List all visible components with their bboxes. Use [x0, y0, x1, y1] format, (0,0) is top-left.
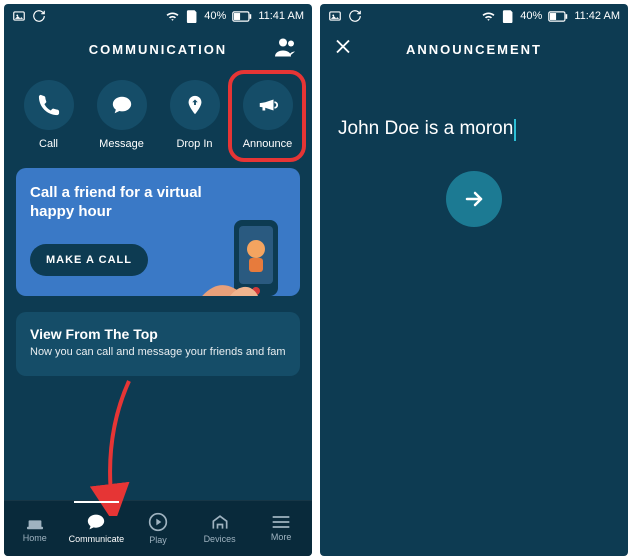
promo-illustration: [196, 214, 300, 296]
contacts-button[interactable]: [274, 37, 298, 62]
phone-left: 40% 11:41 AM COMMUNICATION Call Message …: [4, 4, 312, 556]
annotation-arrow: [84, 376, 144, 516]
status-bar: 40% 11:42 AM: [320, 4, 628, 28]
announcement-input[interactable]: John Doe is a moron: [338, 118, 513, 139]
send-button[interactable]: [446, 171, 502, 227]
close-button[interactable]: [334, 38, 352, 61]
nav-more[interactable]: More: [250, 501, 312, 556]
sync-icon: [348, 9, 362, 23]
nav-home[interactable]: Home: [4, 501, 66, 556]
nav-label: Home: [23, 533, 47, 543]
promo-title: Call a friend for a virtual happy hour: [30, 184, 210, 222]
header: COMMUNICATION: [4, 28, 312, 70]
action-label: Drop In: [176, 138, 212, 150]
page-title: ANNOUNCEMENT: [406, 42, 542, 57]
action-message[interactable]: Message: [97, 80, 147, 150]
battery-pct: 40%: [204, 10, 226, 22]
wifi-icon: [481, 10, 496, 22]
phone-icon: [38, 94, 60, 116]
play-icon: [148, 512, 168, 532]
nav-communicate[interactable]: Communicate: [66, 501, 128, 556]
dropin-icon: [184, 94, 206, 116]
header: ANNOUNCEMENT: [320, 28, 628, 70]
nav-label: Communicate: [69, 534, 125, 544]
nav-label: More: [271, 532, 292, 542]
phone-right: 40% 11:42 AM ANNOUNCEMENT John Doe is a …: [320, 4, 628, 556]
announcement-input-area[interactable]: John Doe is a moron: [320, 70, 628, 141]
image-icon: [12, 9, 26, 23]
sync-icon: [32, 9, 46, 23]
battery-pct: 40%: [520, 10, 542, 22]
action-label: Call: [39, 138, 58, 150]
close-icon: [334, 38, 352, 56]
action-announce[interactable]: Announce: [243, 80, 293, 150]
menu-icon: [271, 515, 291, 529]
sd-icon: [186, 9, 198, 23]
promo-card[interactable]: Call a friend for a virtual happy hour M…: [16, 168, 300, 296]
nav-devices[interactable]: Devices: [189, 501, 251, 556]
speech-icon: [111, 94, 133, 116]
status-bar: 40% 11:41 AM: [4, 4, 312, 28]
nav-label: Play: [149, 535, 167, 545]
devices-icon: [210, 513, 230, 531]
people-icon: [274, 37, 298, 57]
speech-icon: [86, 513, 106, 531]
wifi-icon: [165, 10, 180, 22]
text-cursor: [514, 119, 516, 141]
battery-icon: [548, 11, 568, 22]
action-call[interactable]: Call: [24, 80, 74, 150]
action-label: Announce: [243, 138, 293, 150]
home-icon: [25, 514, 45, 530]
nav-play[interactable]: Play: [127, 501, 189, 556]
info-card[interactable]: View From The Top Now you can call and m…: [16, 312, 300, 376]
bottom-nav: Home Communicate Play Devices More: [4, 500, 312, 556]
make-call-button[interactable]: MAKE A CALL: [30, 244, 148, 276]
action-label: Message: [99, 138, 144, 150]
clock: 11:42 AM: [574, 10, 620, 22]
info-subtitle: Now you can call and message your friend…: [30, 346, 286, 358]
arrow-right-icon: [462, 187, 486, 211]
nav-label: Devices: [204, 534, 236, 544]
image-icon: [328, 9, 342, 23]
sd-icon: [502, 9, 514, 23]
megaphone-icon: [257, 94, 279, 116]
clock: 11:41 AM: [258, 10, 304, 22]
action-row: Call Message Drop In Announce: [4, 70, 312, 162]
action-dropin[interactable]: Drop In: [170, 80, 220, 150]
info-title: View From The Top: [30, 326, 286, 342]
battery-icon: [232, 11, 252, 22]
page-title: COMMUNICATION: [89, 42, 227, 57]
